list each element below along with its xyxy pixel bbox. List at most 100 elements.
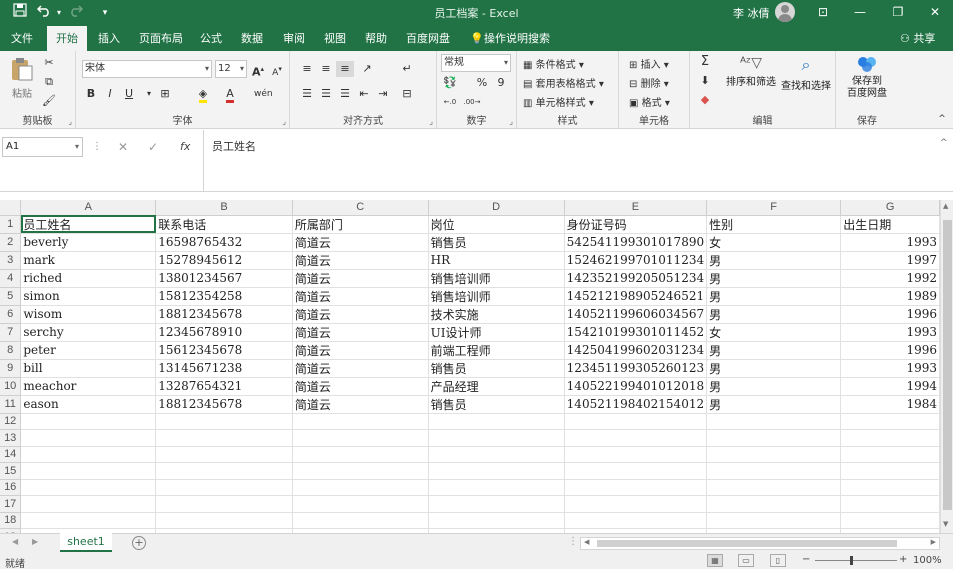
font-color-icon[interactable]: A: [221, 86, 239, 103]
cell[interactable]: 简道云: [292, 377, 429, 396]
delete-cells-button[interactable]: ⊟ 删除 ▾: [629, 75, 669, 90]
cell[interactable]: [292, 462, 429, 480]
cell[interactable]: 男: [706, 269, 842, 288]
cell[interactable]: HR: [428, 251, 565, 270]
cell[interactable]: 销售员: [428, 395, 565, 414]
align-center-icon[interactable]: ☰: [317, 86, 335, 102]
column-header-a[interactable]: A: [20, 200, 157, 216]
cell[interactable]: [840, 479, 940, 496]
row-header[interactable]: 16: [0, 479, 22, 496]
row-header[interactable]: 1: [0, 215, 22, 234]
tab-split-handle[interactable]: ⋮: [568, 536, 578, 547]
cell[interactable]: [706, 462, 842, 480]
align-bottom-icon[interactable]: ≡: [336, 61, 354, 77]
row-header[interactable]: 18: [0, 512, 22, 529]
cell[interactable]: eason: [20, 395, 157, 414]
worksheet-grid[interactable]: ABCDEFG 1 员工姓名 联系电话 所属部门 岗位 身份证号码 性别 出生日期 2 bever…: [0, 200, 940, 533]
cell[interactable]: serchy: [20, 323, 157, 342]
tab-view[interactable]: 视图: [317, 26, 353, 51]
cell[interactable]: [564, 495, 708, 513]
cell[interactable]: 产品经理: [428, 377, 565, 396]
cell[interactable]: 1993: [840, 323, 940, 342]
row-header[interactable]: 14: [0, 446, 22, 463]
cell[interactable]: 542541199301017890: [564, 233, 708, 252]
column-header-g[interactable]: G: [840, 200, 940, 216]
alignment-launcher-icon[interactable]: ⌟: [429, 117, 433, 126]
cell[interactable]: 简道云: [292, 395, 429, 414]
cell[interactable]: [706, 495, 842, 513]
orientation-icon[interactable]: ↗: [358, 61, 376, 77]
cell[interactable]: [292, 495, 429, 513]
row-header[interactable]: 7: [0, 323, 22, 342]
decrease-decimal-icon[interactable]: .00→: [463, 94, 481, 110]
cell[interactable]: 1996: [840, 305, 940, 324]
cell[interactable]: 男: [706, 251, 842, 270]
column-header-b[interactable]: B: [155, 200, 293, 216]
expand-formula-icon[interactable]: ^: [940, 138, 948, 148]
cell[interactable]: 销售员: [428, 359, 565, 378]
decrease-indent-icon[interactable]: ⇤: [355, 86, 373, 102]
italic-button[interactable]: I: [101, 86, 119, 102]
insert-function-button[interactable]: fx: [180, 137, 190, 157]
cell[interactable]: [20, 512, 157, 529]
cell[interactable]: 岗位: [428, 215, 565, 234]
cell[interactable]: 男: [706, 395, 842, 414]
bold-button[interactable]: B: [82, 86, 100, 102]
cell[interactable]: [840, 512, 940, 529]
cell[interactable]: bill: [20, 359, 157, 378]
prev-sheet-icon[interactable]: ◀: [12, 537, 18, 546]
cell[interactable]: 简道云: [292, 359, 429, 378]
conditional-formatting-button[interactable]: ▦ 条件格式 ▾: [523, 56, 584, 71]
cell[interactable]: meachor: [20, 377, 157, 396]
align-right-icon[interactable]: ☰: [336, 86, 354, 102]
cell[interactable]: [840, 446, 940, 463]
row-header[interactable]: 17: [0, 495, 22, 513]
undo-icon[interactable]: [34, 3, 54, 23]
row-header[interactable]: 12: [0, 413, 22, 430]
fill-color-icon[interactable]: ◈: [194, 86, 212, 103]
cell[interactable]: UI设计师: [428, 323, 565, 342]
formula-more-icon[interactable]: ⋮: [92, 137, 102, 157]
tab-baidu-netdisk[interactable]: 百度网盘: [400, 26, 456, 51]
cell[interactable]: peter: [20, 341, 157, 360]
cell[interactable]: 简道云: [292, 341, 429, 360]
cell[interactable]: [564, 462, 708, 480]
cell[interactable]: [155, 512, 293, 529]
avatar[interactable]: [775, 2, 795, 22]
cell[interactable]: mark: [20, 251, 157, 270]
cell[interactable]: simon: [20, 287, 157, 306]
cell[interactable]: 18812345678: [155, 395, 293, 414]
cell-styles-button[interactable]: ▥ 单元格样式 ▾: [523, 94, 594, 109]
formula-input[interactable]: 员工姓名: [203, 130, 940, 192]
zoom-level[interactable]: 100%: [913, 555, 942, 566]
cell[interactable]: 13801234567: [155, 269, 293, 288]
horizontal-scroll-thumb[interactable]: [597, 540, 897, 547]
zoom-out-button[interactable]: −: [802, 554, 810, 565]
cell[interactable]: [706, 413, 842, 430]
tab-file[interactable]: 文件: [2, 26, 42, 51]
number-format-select[interactable]: 常规 ▾: [441, 54, 511, 72]
cell[interactable]: [292, 429, 429, 447]
insert-cells-button[interactable]: ⊞ 插入 ▾: [629, 56, 669, 71]
tell-me-search[interactable]: 💡操作说明搜索: [470, 26, 550, 51]
cell[interactable]: 142352199205051234: [564, 269, 708, 288]
cell[interactable]: 1994: [840, 377, 940, 396]
scroll-down-icon[interactable]: ▼: [943, 520, 948, 528]
add-sheet-button[interactable]: +: [132, 536, 146, 550]
cell[interactable]: 15278945612: [155, 251, 293, 270]
cell[interactable]: [428, 462, 565, 480]
underline-button[interactable]: U: [120, 86, 138, 102]
phonetic-icon[interactable]: wén: [254, 86, 273, 102]
row-header[interactable]: 2: [0, 233, 22, 252]
cell[interactable]: [428, 512, 565, 529]
cell[interactable]: 154210199301011452: [564, 323, 708, 342]
cell[interactable]: 1993: [840, 233, 940, 252]
format-as-table-button[interactable]: ▤ 套用表格格式 ▾: [523, 75, 604, 90]
ribbon-display-options-icon[interactable]: ⊡: [803, 0, 843, 24]
find-select-button[interactable]: ⌕ 查找和选择: [780, 55, 832, 92]
redo-icon[interactable]: [66, 3, 86, 23]
cell[interactable]: 男: [706, 341, 842, 360]
cancel-entry-button[interactable]: ✕: [118, 137, 128, 157]
cell[interactable]: 出生日期: [840, 215, 940, 234]
cell[interactable]: 男: [706, 305, 842, 324]
